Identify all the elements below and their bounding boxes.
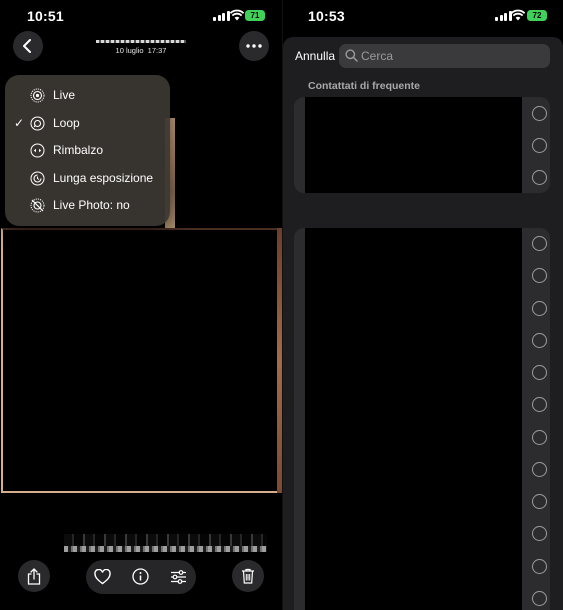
cellular-signal-icon xyxy=(213,11,230,21)
bounce-icon xyxy=(30,143,45,158)
menu-item-bounce[interactable]: Rimbalzo xyxy=(5,137,170,164)
trash-icon xyxy=(242,568,254,584)
contact-radio[interactable] xyxy=(532,268,547,283)
long-exposure-icon xyxy=(30,171,45,186)
more-button[interactable] xyxy=(239,31,269,61)
share-button[interactable] xyxy=(18,560,50,592)
chevron-left-icon xyxy=(23,39,31,53)
photo-time: 17:37 xyxy=(147,46,167,55)
search-input[interactable] xyxy=(361,44,546,68)
back-button[interactable] xyxy=(13,31,43,61)
favorite-button[interactable] xyxy=(94,568,111,585)
photo-date: 10 luglio xyxy=(115,46,144,55)
redacted-contacts xyxy=(305,97,522,193)
frequent-contacts-list xyxy=(294,97,550,193)
thumbnail-strip[interactable] xyxy=(64,534,267,552)
contacts-list xyxy=(294,228,550,610)
redacted-location xyxy=(96,40,186,43)
live-off-icon xyxy=(30,198,45,213)
menu-item-live[interactable]: Live xyxy=(5,82,170,109)
status-bar: 10:51 71 xyxy=(0,0,282,32)
contact-radio[interactable] xyxy=(532,301,547,316)
contact-radio[interactable] xyxy=(532,430,547,445)
menu-item-live-off[interactable]: Live Photo: no xyxy=(5,192,170,219)
checkmark-icon: ✓ xyxy=(14,116,25,130)
redacted-contacts xyxy=(305,228,522,610)
battery-icon: 71 xyxy=(245,10,265,21)
sliders-icon xyxy=(171,570,186,584)
contact-radio[interactable] xyxy=(532,462,547,477)
photo-date-caption: 10 luglio 17:37 xyxy=(88,40,194,55)
menu-item-loop[interactable]: ✓ Loop xyxy=(5,110,170,137)
contact-radio[interactable] xyxy=(532,333,547,348)
contact-radio[interactable] xyxy=(532,106,547,121)
ellipsis-icon xyxy=(246,44,262,48)
menu-item-long-exposure[interactable]: Lunga esposizione xyxy=(5,165,170,192)
battery-icon: 72 xyxy=(527,10,547,21)
share-contacts-screen: 10:53 72 Annulla Contattati di frequente xyxy=(283,0,563,610)
contact-radio[interactable] xyxy=(532,526,547,541)
live-photo-menu: Live ✓ Loop Rimbalzo Lunga esposizione L… xyxy=(5,75,170,226)
share-icon xyxy=(27,567,41,585)
status-time: 10:53 xyxy=(308,8,345,24)
contact-radio[interactable] xyxy=(532,236,547,251)
photos-viewer: 10:51 71 10 luglio 17:37 Live ✓ Loop Rim… xyxy=(0,0,282,610)
heart-icon xyxy=(94,568,111,585)
contact-radio[interactable] xyxy=(532,397,547,412)
contact-radio[interactable] xyxy=(532,591,547,606)
wifi-icon xyxy=(511,9,525,21)
contact-radio[interactable] xyxy=(532,138,547,153)
search-icon xyxy=(345,49,358,62)
contact-radio[interactable] xyxy=(532,559,547,574)
loop-icon xyxy=(30,116,45,131)
cellular-signal-icon xyxy=(495,11,512,21)
photo-redacted xyxy=(1,228,281,493)
edit-button[interactable] xyxy=(170,569,187,585)
section-title-frequent: Contattati di frequente xyxy=(308,80,420,92)
status-time: 10:51 xyxy=(27,8,64,24)
status-bar: 10:53 72 xyxy=(283,0,563,32)
info-icon xyxy=(132,568,149,585)
cancel-button[interactable]: Annulla xyxy=(295,49,335,63)
contact-radio[interactable] xyxy=(532,170,547,185)
live-icon xyxy=(30,88,45,103)
info-button[interactable] xyxy=(132,568,149,585)
contact-radio[interactable] xyxy=(532,494,547,509)
delete-button[interactable] xyxy=(232,560,264,592)
wifi-icon xyxy=(230,9,244,21)
contact-radio[interactable] xyxy=(532,365,547,380)
search-field[interactable] xyxy=(339,44,550,68)
